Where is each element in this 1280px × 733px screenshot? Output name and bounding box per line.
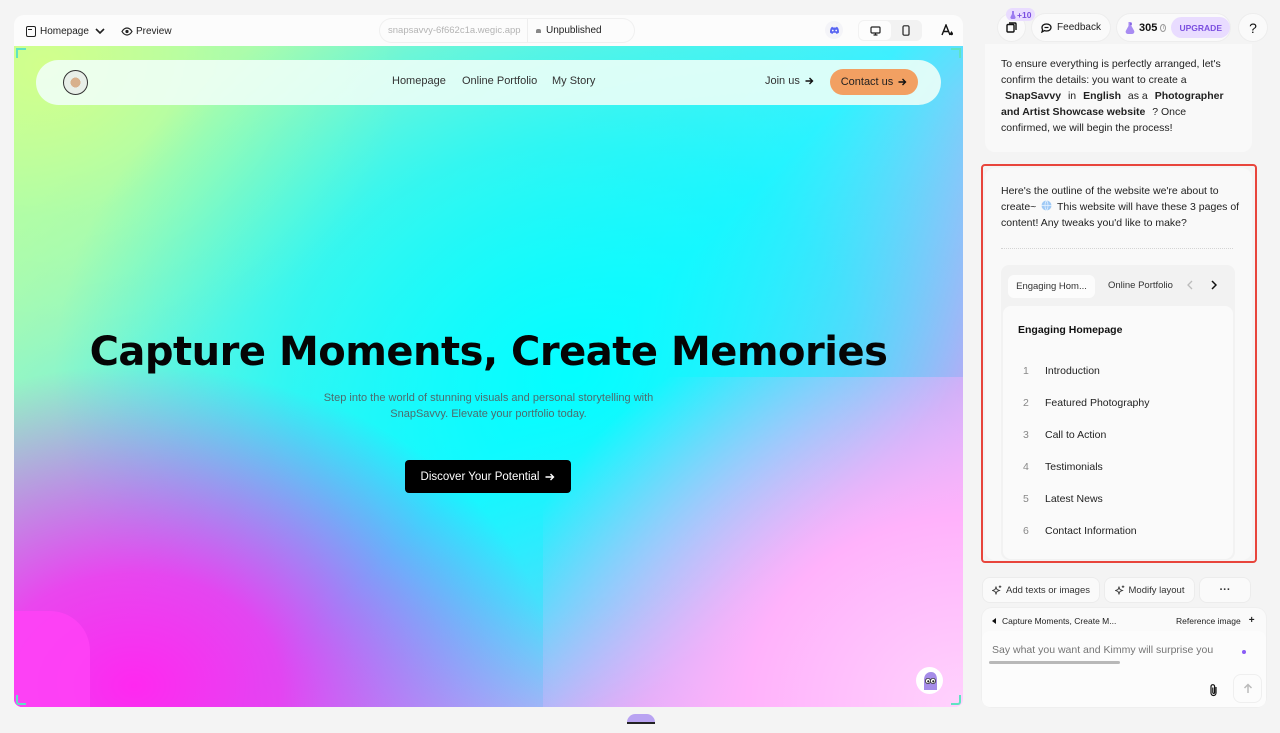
nav-link-my-story[interactable]: My Story — [552, 75, 595, 87]
join-us-link[interactable]: Join us — [765, 75, 814, 87]
preview-button[interactable]: Preview — [121, 21, 172, 41]
reference-image-button[interactable]: Reference image + — [1176, 615, 1255, 627]
highlight-box — [981, 164, 1257, 563]
eye-icon — [121, 26, 133, 36]
sparkle-icon — [1114, 585, 1125, 595]
mobile-icon — [902, 25, 910, 36]
composer: Capture Moments, Create M... Reference i… — [982, 608, 1266, 707]
selection-corner-tr — [951, 48, 961, 58]
background-shape — [14, 611, 90, 707]
caret-left-icon — [992, 618, 996, 624]
theme-style-button[interactable] — [941, 23, 954, 41]
desktop-view-button[interactable] — [859, 21, 891, 40]
discover-potential-button[interactable]: Discover Your Potential — [405, 460, 571, 493]
potion-icon — [1125, 21, 1135, 34]
chat-bubble-icon — [1041, 22, 1052, 33]
nav-link-online-portfolio[interactable]: Online Portfolio — [462, 75, 537, 87]
font-style-icon — [941, 24, 954, 36]
mascot-shadow — [627, 722, 655, 724]
pages-icon — [1006, 22, 1017, 33]
hero-subtitle: Step into the world of stunning visuals … — [304, 390, 673, 422]
confirm-text-part: To ensure everything is perfectly arrang… — [1001, 58, 1221, 86]
contact-us-label: Contact us — [840, 76, 894, 88]
publish-status: Unpublished — [546, 25, 602, 36]
credits-panel: 305 i UPGRADE — [1117, 14, 1230, 41]
confirm-text-part: in — [1067, 90, 1077, 102]
selection-corner-tl — [16, 48, 26, 58]
arrow-right-icon — [805, 77, 814, 85]
confirm-language: English — [1083, 90, 1121, 102]
feedback-label: Feedback — [1057, 22, 1101, 33]
paperclip-icon[interactable] — [1209, 683, 1219, 697]
assistant-message-confirm: To ensure everything is perfectly arrang… — [985, 44, 1252, 152]
discord-icon — [829, 26, 840, 34]
confirm-text-part: as a — [1127, 90, 1148, 102]
discover-potential-label: Discover Your Potential — [420, 470, 540, 483]
add-texts-images-button[interactable]: Add texts or images — [983, 578, 1099, 602]
credit-bonus-badge: +10 — [1006, 8, 1036, 21]
desktop-icon — [869, 25, 881, 36]
site-url[interactable]: snapsavvy-6f662c1a.wegic.app — [388, 25, 527, 36]
input-scrollbar[interactable] — [989, 661, 1120, 664]
sparkle-icon — [992, 585, 1002, 595]
send-button[interactable] — [1234, 675, 1261, 702]
site-preview-canvas[interactable]: Homepage Online Portfolio My Story Join … — [14, 46, 963, 707]
message-input-area — [982, 631, 1266, 707]
help-button[interactable]: ? — [1239, 14, 1267, 41]
confirm-site-name: SnapSavvy — [1005, 90, 1062, 102]
page-selector[interactable]: Homepage — [26, 21, 105, 41]
upgrade-button[interactable]: UPGRADE — [1171, 17, 1230, 38]
nav-link-homepage[interactable]: Homepage — [392, 75, 446, 87]
page-icon — [26, 25, 36, 37]
arrow-up-icon — [1243, 683, 1253, 694]
chevron-down-icon — [95, 27, 105, 35]
contact-us-button[interactable]: Contact us — [830, 69, 918, 95]
selection-corner-bl — [16, 695, 26, 705]
editor-toolbar: Homepage Preview snapsavvy-6f662c1a.wegi… — [14, 15, 963, 46]
site-logo[interactable] — [63, 70, 88, 95]
selection-corner-br — [951, 695, 961, 705]
device-toggle — [858, 20, 922, 41]
arrow-right-icon — [545, 473, 555, 481]
arrow-right-icon — [898, 78, 907, 86]
join-us-label: Join us — [765, 75, 800, 87]
credit-bonus-value: +10 — [1017, 9, 1032, 20]
status-dot-icon — [536, 28, 541, 33]
potion-icon — [1010, 10, 1016, 19]
site-navbar: Homepage Online Portfolio My Story Join … — [36, 60, 941, 105]
page-selector-label: Homepage — [40, 25, 89, 37]
feedback-button[interactable]: Feedback — [1032, 14, 1110, 41]
preview-label: Preview — [136, 25, 172, 37]
kimmy-mascot-icon — [921, 671, 939, 691]
cursor-dot — [1242, 650, 1246, 654]
url-bar: snapsavvy-6f662c1a.wegic.app Unpublished — [380, 19, 634, 42]
modify-layout-button[interactable]: Modify layout — [1105, 578, 1194, 602]
mobile-view-button[interactable] — [891, 21, 921, 40]
hero-subtitle-line-2: SnapSavvy. Elevate your portfolio today. — [390, 408, 587, 420]
background-gradient-decor — [543, 377, 963, 707]
info-icon[interactable]: i — [1160, 23, 1167, 32]
confirm-message-text: To ensure everything is perfectly arrang… — [1001, 56, 1236, 136]
plus-icon: + — [1248, 615, 1255, 626]
composer-context-label: Capture Moments, Create M... — [1002, 616, 1117, 626]
message-input[interactable] — [992, 642, 1237, 658]
hero-title: Capture Moments, Create Memories — [89, 329, 888, 375]
add-texts-images-label: Add texts or images — [1006, 584, 1090, 596]
credits-value: 305 — [1139, 21, 1158, 34]
reference-image-label: Reference image — [1176, 616, 1241, 626]
kimmy-assistant-avatar[interactable] — [916, 667, 943, 694]
modify-layout-label: Modify layout — [1128, 584, 1185, 596]
more-actions-button[interactable]: ··· — [1200, 578, 1250, 602]
hero-subtitle-line-1: Step into the world of stunning visuals … — [323, 392, 654, 404]
discord-button[interactable] — [825, 21, 843, 39]
composer-context[interactable]: Capture Moments, Create M... — [992, 616, 1116, 626]
